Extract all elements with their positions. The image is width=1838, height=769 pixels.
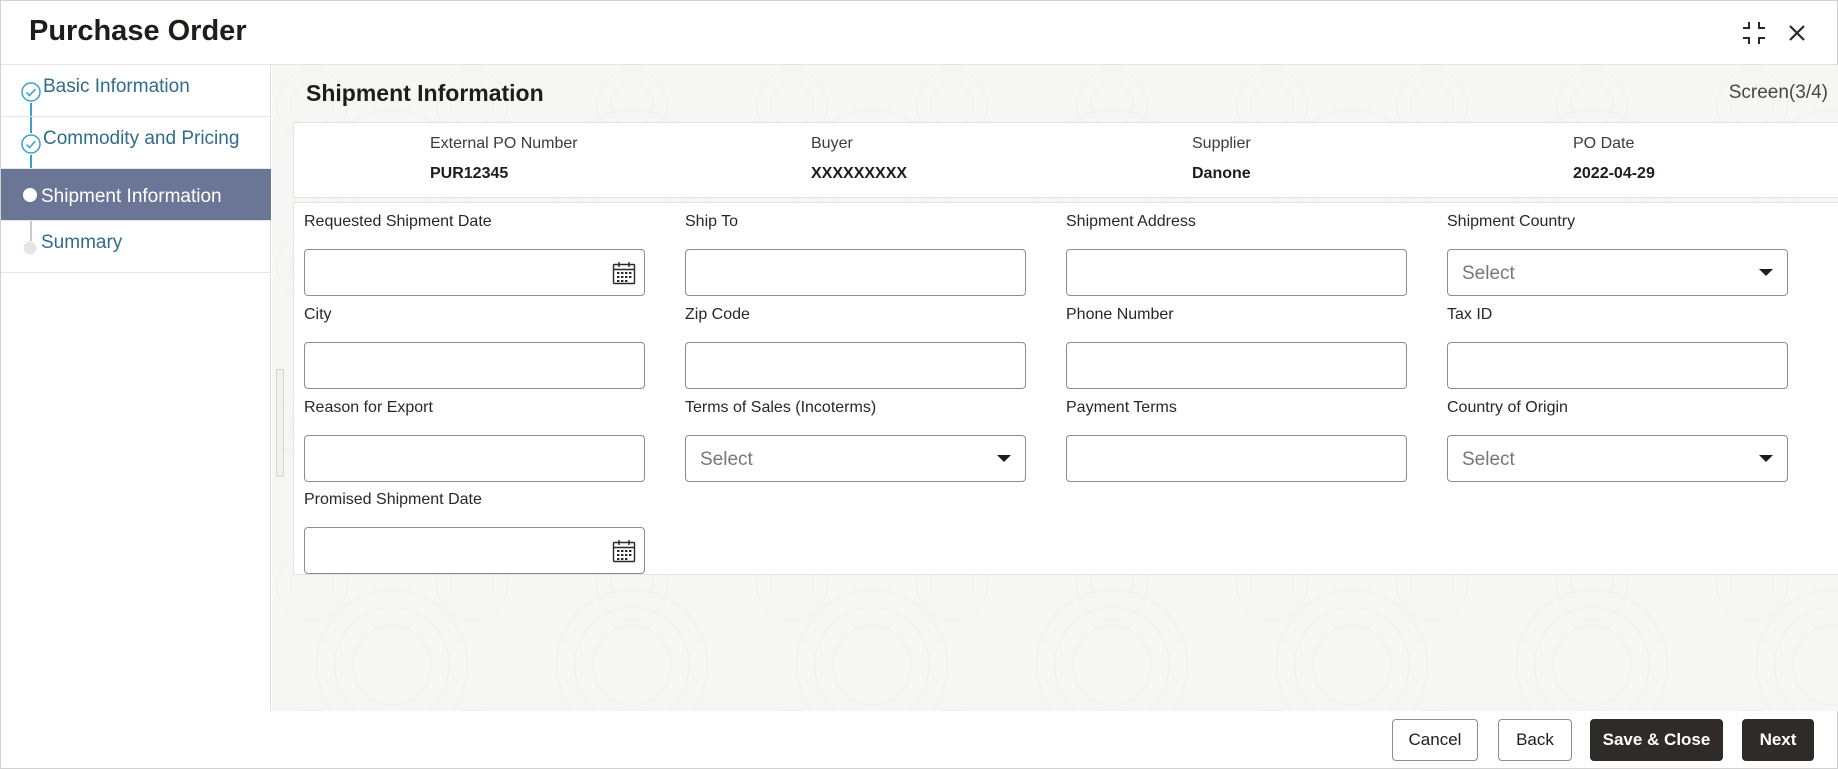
screen-indicator: Screen(3/4): [1728, 82, 1828, 103]
summary-value: Danone: [1192, 165, 1251, 182]
requested-shipment-date-field: Requested Shipment Date: [304, 213, 645, 296]
field-label: Terms of Sales (Incoterms): [685, 399, 877, 416]
reason-for-export-input[interactable]: [304, 435, 645, 482]
step-summary[interactable]: Summary: [1, 221, 271, 273]
field-label: Ship To: [685, 213, 739, 230]
summary-supplier: Supplier Danone: [1192, 135, 1251, 183]
ship-to-field: Ship To: [685, 213, 1026, 296]
payment-terms-input[interactable]: [1066, 435, 1407, 482]
calendar-icon[interactable]: [610, 259, 638, 287]
section-title: Shipment Information: [306, 80, 544, 106]
next-button[interactable]: Next: [1742, 719, 1814, 761]
shipment-country-select[interactable]: Select: [1447, 249, 1788, 296]
summary-label: Buyer: [811, 135, 853, 152]
city-field: City: [304, 306, 645, 389]
phone-number-field: Phone Number: [1066, 306, 1407, 389]
chevron-down-icon: [1759, 269, 1773, 276]
step-label: Shipment Information: [41, 186, 222, 207]
sidebar-resize-handle[interactable]: [276, 369, 284, 477]
save-and-close-button[interactable]: Save & Close: [1590, 719, 1723, 761]
check-circle-icon: [20, 81, 42, 103]
city-input[interactable]: [304, 342, 645, 389]
reason-for-export-field: Reason for Export: [304, 399, 645, 482]
dialog-header: Purchase Order: [1, 1, 1837, 65]
step-label: Summary: [41, 232, 123, 253]
zip-code-input[interactable]: [685, 342, 1026, 389]
country-of-origin-select[interactable]: Select: [1447, 435, 1788, 482]
requested-shipment-date-input[interactable]: [304, 249, 645, 296]
purchase-order-dialog: Purchase Order Basic Information Commodi…: [0, 0, 1838, 769]
summary-external-po-number: External PO Number PUR12345: [430, 135, 578, 183]
zip-code-field: Zip Code: [685, 306, 1026, 389]
calendar-icon[interactable]: [610, 537, 638, 565]
current-step-dot-icon: [20, 184, 42, 206]
tax-id-input[interactable]: [1447, 342, 1788, 389]
shipment-country-field: Shipment Country Select: [1447, 213, 1788, 296]
close-icon[interactable]: [1783, 19, 1811, 47]
select-placeholder: Select: [1462, 449, 1515, 470]
cancel-button[interactable]: Cancel: [1392, 719, 1478, 761]
po-summary-card: External PO Number PUR12345 Buyer XXXXXX…: [293, 122, 1838, 198]
shipment-address-field: Shipment Address: [1066, 213, 1407, 296]
country-of-origin-field: Country of Origin Select: [1447, 399, 1788, 482]
field-label: Zip Code: [685, 306, 750, 323]
check-circle-icon: [20, 133, 42, 155]
summary-value: PUR12345: [430, 165, 509, 182]
field-label: Requested Shipment Date: [304, 213, 492, 230]
field-label: City: [304, 306, 332, 323]
field-label: Shipment Country: [1447, 213, 1576, 230]
chevron-down-icon: [997, 455, 1011, 462]
steps-sidebar: Basic Information Commodity and Pricing …: [1, 65, 271, 711]
step-label: Commodity and Pricing: [43, 128, 240, 149]
ship-to-input[interactable]: [685, 249, 1026, 296]
summary-value: 2022-04-29: [1573, 165, 1655, 182]
pending-step-dot-icon: [20, 237, 42, 259]
field-label: Phone Number: [1066, 306, 1174, 323]
step-label: Basic Information: [43, 76, 190, 97]
field-label: Shipment Address: [1066, 213, 1196, 230]
step-basic-information[interactable]: Basic Information: [1, 65, 271, 117]
summary-label: Supplier: [1192, 135, 1251, 152]
shipment-address-input[interactable]: [1066, 249, 1407, 296]
back-button[interactable]: Back: [1498, 719, 1572, 761]
dialog-title: Purchase Order: [29, 15, 247, 47]
select-placeholder: Select: [700, 449, 753, 470]
terms-of-sales-field: Terms of Sales (Incoterms) Select: [685, 399, 1026, 482]
minimize-icon[interactable]: [1740, 19, 1768, 47]
summary-po-date: PO Date 2022-04-29: [1573, 135, 1655, 183]
field-label: Tax ID: [1447, 306, 1493, 323]
field-label: Reason for Export: [304, 399, 433, 416]
payment-terms-field: Payment Terms: [1066, 399, 1407, 482]
summary-label: External PO Number: [430, 135, 578, 152]
phone-number-input[interactable]: [1066, 342, 1407, 389]
dialog-footer: Cancel Back Save & Close Next: [272, 711, 1838, 769]
shipment-form: Requested Shipment Date Ship To Shipment…: [293, 202, 1838, 575]
summary-value: XXXXXXXXX: [811, 165, 908, 182]
field-label: Promised Shipment Date: [304, 491, 482, 508]
promised-shipment-date-input[interactable]: [304, 527, 645, 574]
tax-id-field: Tax ID: [1447, 306, 1788, 389]
summary-label: PO Date: [1573, 135, 1635, 152]
field-label: Payment Terms: [1066, 399, 1177, 416]
promised-shipment-date-field: Promised Shipment Date: [304, 491, 645, 574]
terms-of-sales-select[interactable]: Select: [685, 435, 1026, 482]
main-content: Shipment Information Screen(3/4) Externa…: [272, 65, 1838, 711]
step-shipment-information[interactable]: Shipment Information: [1, 169, 271, 221]
select-placeholder: Select: [1462, 263, 1515, 284]
step-commodity-and-pricing[interactable]: Commodity and Pricing: [1, 117, 271, 169]
field-label: Country of Origin: [1447, 399, 1568, 416]
summary-buyer: Buyer XXXXXXXXX: [811, 135, 907, 183]
chevron-down-icon: [1759, 455, 1773, 462]
